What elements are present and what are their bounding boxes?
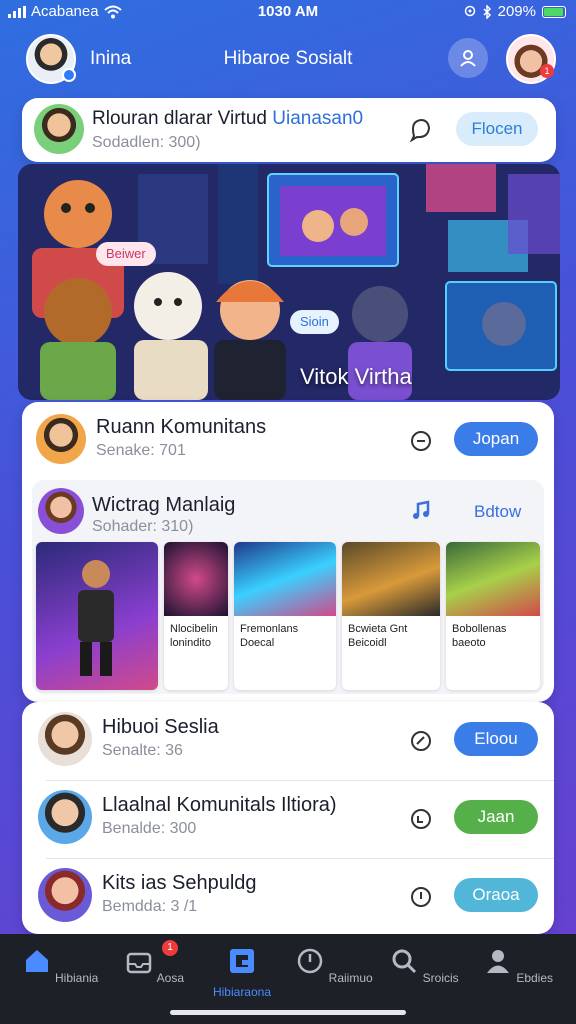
- chat-icon[interactable]: [408, 116, 434, 142]
- profile-button[interactable]: [448, 38, 488, 78]
- community-section: Ruann Komunitans Senake: 701 Jopan Wictr…: [22, 402, 554, 702]
- inbox-icon: [126, 952, 152, 974]
- banner-chip-left[interactable]: Beiwer: [96, 242, 156, 266]
- featured-strip: Wictrag Manlaig Sohader: 310) Bdtow Nloc…: [32, 480, 544, 694]
- list-action-button[interactable]: Eloou: [454, 722, 538, 756]
- profile-icon: [486, 950, 509, 973]
- room-title-main: Rlouran dlarar Virtud: [92, 108, 267, 129]
- list-item[interactable]: Hibuoi Seslia Senalte: 36 Eloou: [22, 702, 554, 780]
- community-icon: [230, 949, 254, 973]
- community-subtitle: Senake: 701: [96, 442, 186, 459]
- nav-badge: 1: [162, 940, 178, 956]
- list-item[interactable]: Llaalnal Komunitals Iltiora) Benalde: 30…: [22, 780, 554, 858]
- search-icon: [392, 949, 417, 974]
- featured-avatar: [38, 488, 84, 534]
- location-icon: [464, 5, 475, 16]
- join-button[interactable]: Flocen: [456, 112, 538, 146]
- community-list: Hibuoi Seslia Senalte: 36 Eloou Llaalnal…: [22, 702, 554, 934]
- nav-label: Raiimuo: [328, 971, 373, 985]
- list-avatar: [38, 712, 92, 766]
- nav-community[interactable]: Hibiaraona: [202, 946, 282, 999]
- nav-home[interactable]: Hibiania: [20, 946, 100, 985]
- chat-icon[interactable]: [408, 884, 434, 910]
- list-avatar: [38, 790, 92, 844]
- community-join-button[interactable]: Jopan: [454, 422, 538, 456]
- status-right: 209%: [464, 3, 566, 20]
- follow-link[interactable]: Bdtow: [474, 502, 521, 522]
- nav-explore[interactable]: Raiimuo: [294, 946, 374, 985]
- home-icon: [25, 950, 48, 972]
- list-subtitle: Bemdda: 3 /1: [102, 898, 198, 915]
- tile-caption: Nlocibelin lonindito: [170, 623, 218, 649]
- tile-figure: [78, 560, 114, 676]
- list-title: Llaalnal Komunitals Iltiora): [102, 794, 337, 816]
- room-subtitle: Sodadlen: 300): [92, 134, 201, 151]
- featured-subtitle: Sohader: 310): [92, 518, 194, 535]
- notification-badge: 1: [540, 64, 554, 78]
- music-note-icon[interactable]: [410, 500, 432, 522]
- verified-badge-icon: [62, 68, 76, 82]
- nav-label: Hibiania: [54, 971, 99, 985]
- home-indicator: [170, 1010, 406, 1015]
- status-bar: Acabanea 1030 AM 209%: [0, 0, 576, 24]
- list-action-button[interactable]: Jaan: [454, 800, 538, 834]
- battery-icon: [542, 5, 566, 18]
- hero-banner[interactable]: Beiwer Sioin Vitok Virtha: [18, 164, 560, 400]
- tile-caption: Fremonlans Doecal: [240, 623, 299, 649]
- media-tile[interactable]: Nlocibelin lonindito: [164, 542, 228, 690]
- community-avatar: [36, 414, 86, 464]
- banner-caption: Vitok Virtha: [300, 364, 412, 389]
- list-item[interactable]: Kits ias Sehpuldg Bemdda: 3 /1 Oraoa: [22, 858, 554, 934]
- banner-chip-mid[interactable]: Sioin: [290, 310, 339, 334]
- list-avatar: [38, 868, 92, 922]
- banner-illustration: [18, 164, 560, 400]
- battery-percent: 209%: [497, 3, 536, 20]
- media-tile[interactable]: Fremonlans Doecal: [234, 542, 336, 690]
- community-title: Ruann Komunitans: [96, 416, 267, 438]
- room-title-accent: Uianasan0: [272, 108, 364, 129]
- bluetooth-icon: [483, 4, 491, 19]
- featured-title: Wictrag Manlaig: [92, 494, 236, 516]
- media-tile[interactable]: Bcwieta Gnt Beicoidl: [342, 542, 440, 690]
- list-title: Kits ias Sehpuldg: [102, 872, 257, 894]
- nav-profile[interactable]: Ebdies: [478, 946, 558, 985]
- list-action-button[interactable]: Oraoa: [454, 878, 538, 912]
- nav-search[interactable]: Sroicis: [384, 946, 464, 985]
- list-title: Hibuoi Seslia: [102, 716, 219, 738]
- tile-caption: Bcwieta Gnt Beicoidl: [348, 623, 408, 649]
- nav-label: Aosa: [156, 971, 185, 985]
- nav-label: Ebdies: [516, 971, 554, 985]
- media-tile[interactable]: Bobollenas baeoto: [446, 542, 540, 690]
- media-tile[interactable]: [36, 542, 158, 690]
- nav-label: Hibiaraona: [212, 985, 272, 999]
- compass-icon: [298, 948, 323, 974]
- tile-caption: Bobollenas baeoto: [452, 623, 507, 649]
- room-avatar: [34, 104, 84, 154]
- person-icon: [460, 50, 476, 67]
- list-subtitle: Benalde: 300: [102, 820, 197, 837]
- chat-icon[interactable]: [408, 428, 434, 454]
- chat-icon[interactable]: [408, 728, 434, 754]
- app-header: Inina Hibaroe Sosialt 1: [0, 32, 576, 86]
- room-title: Rlouran dlarar Virtud Uianasan0: [92, 108, 363, 130]
- list-subtitle: Senalte: 36: [102, 742, 183, 759]
- nav-label: Sroicis: [422, 971, 459, 985]
- community-join-label: Jopan: [472, 429, 520, 448]
- nav-inbox[interactable]: Aosa 1: [114, 940, 194, 985]
- featured-room-card[interactable]: Rlouran dlarar Virtud Uianasan0 Sodadlen…: [22, 98, 556, 162]
- chat-icon[interactable]: [408, 806, 434, 832]
- app-title: Hibaroe Sosialt: [223, 48, 353, 69]
